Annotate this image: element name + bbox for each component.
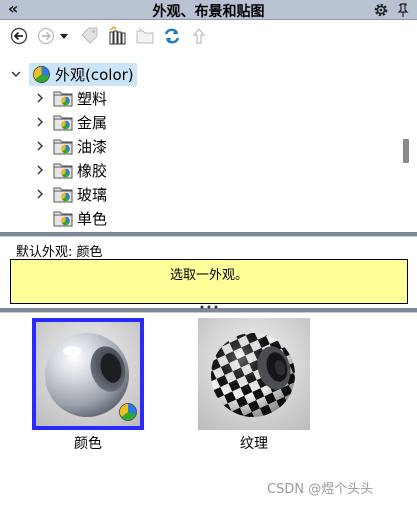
- thumbnail-color[interactable]: 颜色: [32, 318, 144, 452]
- panel-title-bar: « 外观、布景和贴图: [0, 0, 417, 20]
- info-message-box: 选取一外观。: [10, 259, 408, 304]
- splitter-highlight: [0, 236, 417, 237]
- up-arrow-icon: [192, 28, 206, 44]
- tree-root-label: 外观(color): [55, 65, 134, 84]
- back-arrow-icon: [10, 27, 28, 45]
- add-folder-button[interactable]: [134, 26, 156, 46]
- tree-item-label: 油漆: [77, 137, 108, 156]
- tree-item-paint[interactable]: 油漆: [33, 134, 107, 158]
- info-message: 选取一外观。: [169, 268, 248, 283]
- tree-item-label: 玻璃: [77, 185, 108, 204]
- tree-item-glass[interactable]: 玻璃: [33, 182, 107, 206]
- collapsed-chevron-icon[interactable]: [33, 91, 47, 105]
- collapsed-chevron-icon[interactable]: [33, 139, 47, 153]
- appearance-folder-icon: [53, 185, 73, 203]
- tree-item-rubber[interactable]: 橡胶: [33, 158, 107, 182]
- forward-button[interactable]: [35, 26, 57, 46]
- tree-root-item[interactable]: 外观(color): [9, 62, 137, 86]
- color-ball-thumbnail: [32, 318, 144, 430]
- default-appearance-label: 默认外观: 颜色: [16, 245, 103, 260]
- tag-icon: [81, 27, 98, 44]
- pushpin-icon[interactable]: [395, 2, 411, 18]
- history-dropdown[interactable]: [57, 26, 71, 46]
- up-button[interactable]: [188, 26, 210, 46]
- tree-item-plastic[interactable]: 塑料: [33, 86, 107, 110]
- forward-arrow-icon: [37, 27, 55, 45]
- thumbnail-texture[interactable]: 纹理: [198, 318, 310, 452]
- back-button[interactable]: [8, 26, 30, 46]
- thumbnail-caption: 纹理: [240, 436, 268, 452]
- collapsed-chevron-icon[interactable]: [33, 163, 47, 177]
- appearance-folder-icon: [53, 137, 73, 155]
- add-to-favorites-button[interactable]: [79, 26, 101, 46]
- tree-item-label: 橡胶: [77, 161, 108, 180]
- appearance-ball-badge-icon: [119, 403, 137, 421]
- library-button[interactable]: [106, 26, 128, 46]
- folder-icon: [136, 27, 154, 44]
- collapsed-chevron-icon[interactable]: [33, 115, 47, 129]
- tree-scrollbar[interactable]: [401, 112, 413, 232]
- tree-item-label: 塑料: [77, 89, 108, 108]
- appearance-folder-icon: [53, 113, 73, 131]
- tree-item-solid-color[interactable]: 单色: [33, 206, 107, 230]
- appearance-ball-icon: [32, 65, 51, 84]
- tree-root-selection[interactable]: 外观(color): [29, 62, 137, 86]
- thumbnail-caption: 颜色: [74, 436, 102, 452]
- collapsed-chevron-icon[interactable]: [33, 187, 47, 201]
- texture-ball-thumbnail: [198, 318, 310, 430]
- appearance-folder-icon: [53, 89, 73, 107]
- toolbar: [0, 21, 417, 51]
- tree-scrollbar-thumb[interactable]: [403, 139, 409, 163]
- appearance-folder-icon: [53, 209, 73, 227]
- tree-item-metal[interactable]: 金属: [33, 110, 107, 134]
- watermark-text: CSDN @煜个头头: [267, 482, 374, 497]
- appearance-folder-icon: [53, 161, 73, 179]
- refresh-icon: [164, 28, 180, 44]
- splitter-highlight: [0, 312, 417, 313]
- expanded-chevron-icon[interactable]: [9, 67, 23, 81]
- tree-item-label: 金属: [77, 113, 108, 132]
- tree-item-label: 单色: [77, 209, 108, 228]
- panel-title: 外观、布景和贴图: [152, 4, 265, 20]
- dropdown-caret-icon: [60, 34, 68, 39]
- appearance-tree: 外观(color) 塑料 金属 油漆 橡胶 玻璃 单色: [0, 56, 417, 232]
- gear-icon[interactable]: [372, 1, 390, 19]
- refresh-button[interactable]: [161, 26, 183, 46]
- splitter-grip-icon[interactable]: [198, 304, 220, 310]
- books-icon: [109, 26, 126, 45]
